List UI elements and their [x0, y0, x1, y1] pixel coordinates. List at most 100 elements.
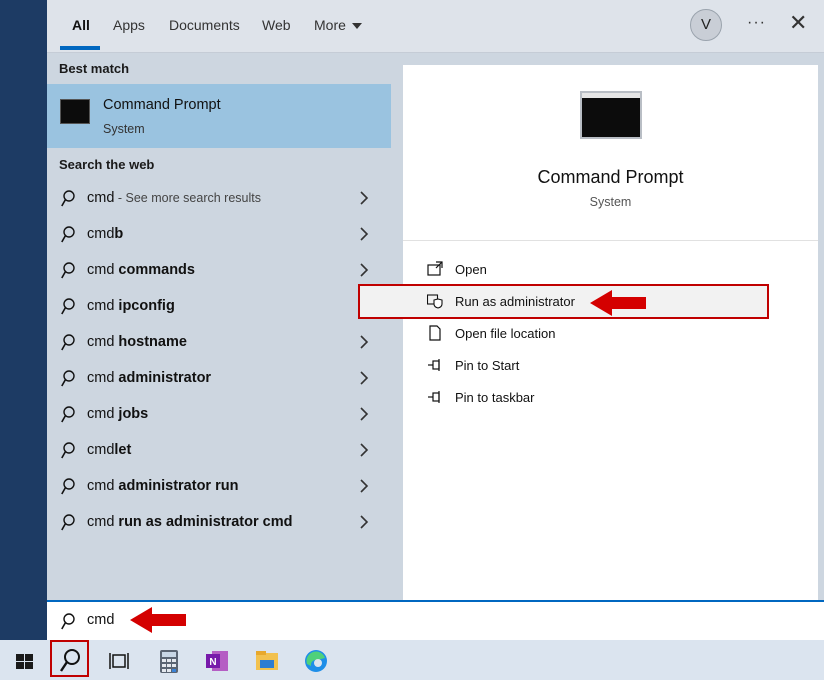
file-explorer-icon[interactable]	[248, 644, 286, 678]
chevron-right-icon	[360, 335, 369, 349]
action-label: Pin to taskbar	[455, 390, 535, 405]
web-result-item[interactable]: cmd ipconfig	[47, 289, 391, 325]
web-result-hint: - See more search results	[114, 191, 261, 205]
best-match-item[interactable]: Command Prompt System	[47, 84, 391, 148]
web-result-item[interactable]: cmd run as administrator cmd	[47, 505, 391, 541]
web-result-query: cmd	[87, 334, 119, 350]
file-location-icon	[429, 325, 441, 341]
action-pin-to-start[interactable]: Pin to Start	[427, 353, 807, 379]
chevron-right-icon	[360, 479, 369, 493]
command-prompt-icon	[60, 99, 90, 124]
search-icon	[61, 334, 75, 351]
web-result-query: cmd	[87, 514, 119, 530]
web-result-query: cmd	[87, 406, 119, 422]
open-icon	[427, 261, 443, 276]
command-prompt-large-icon	[580, 91, 642, 139]
web-result-label: cmd - See more search results	[87, 190, 261, 206]
action-pin-to-taskbar[interactable]: Pin to taskbar	[427, 385, 807, 411]
web-result-item[interactable]: cmd hostname	[47, 325, 391, 361]
web-result-item[interactable]: cmd administrator	[47, 361, 391, 397]
pin-icon	[428, 391, 440, 403]
search-icon	[61, 613, 75, 630]
desktop-strip	[0, 0, 47, 640]
web-result-completion: administrator	[118, 370, 212, 386]
tab-active-indicator	[60, 46, 100, 50]
chevron-right-icon	[360, 443, 369, 457]
web-result-label: cmd administrator run	[87, 478, 238, 494]
web-result-item[interactable]: cmd administrator run	[47, 469, 391, 505]
search-icon	[61, 298, 75, 315]
web-result-label: cmd commands	[87, 262, 195, 278]
action-open[interactable]: Open	[427, 257, 807, 283]
search-icon[interactable]	[51, 644, 89, 678]
svg-text:N: N	[209, 657, 216, 668]
preview-title: Command Prompt	[537, 167, 684, 187]
onenote-icon[interactable]: N	[198, 644, 236, 678]
best-match-subtitle: System	[103, 122, 145, 136]
chevron-right-icon	[360, 227, 369, 241]
tab-bar: All Apps Documents Web More V ··· ✕	[47, 0, 824, 53]
action-label: Open file location	[455, 326, 556, 341]
caret-down-icon	[351, 23, 362, 30]
more-options-icon[interactable]: ···	[747, 14, 766, 32]
search-icon	[61, 442, 75, 459]
search-web-heading: Search the web	[59, 157, 155, 172]
web-result-item[interactable]: cmd commands	[47, 253, 391, 289]
best-match-title: Command Prompt	[103, 97, 221, 113]
web-result-query: cmd	[87, 226, 115, 242]
close-icon[interactable]: ✕	[789, 12, 807, 34]
divider	[403, 240, 818, 241]
search-icon	[61, 514, 75, 531]
tab-apps[interactable]: Apps	[113, 17, 145, 33]
tab-more[interactable]: More	[314, 17, 362, 33]
avatar[interactable]: V	[690, 9, 722, 41]
chevron-right-icon	[360, 191, 369, 205]
web-result-item[interactable]: cmd - See more search results	[47, 181, 391, 217]
web-result-query: cmd	[87, 298, 119, 314]
tab-web[interactable]: Web	[262, 17, 291, 33]
chevron-right-icon	[360, 263, 369, 277]
preview-subtitle: System	[589, 195, 632, 209]
action-open-file-location[interactable]: Open file location	[427, 321, 807, 347]
web-result-label: cmd run as administrator cmd	[87, 514, 292, 530]
action-label: Open	[455, 262, 487, 277]
tab-more-label: More	[314, 17, 346, 33]
web-result-item[interactable]: cmd jobs	[47, 397, 391, 433]
action-label: Run as administrator	[455, 294, 575, 309]
web-result-completion: administrator run	[118, 478, 239, 494]
web-result-label: cmd administrator	[87, 370, 211, 386]
web-result-label: cmd jobs	[87, 406, 148, 422]
chevron-right-icon	[360, 371, 369, 385]
chevron-right-icon	[360, 407, 369, 421]
web-result-item[interactable]: cmdlet	[47, 433, 391, 469]
search-input[interactable]: cmd	[87, 612, 114, 628]
pin-icon	[428, 359, 440, 371]
web-result-label: cmd hostname	[87, 334, 187, 350]
web-result-query: cmd	[87, 190, 115, 206]
web-result-completion: run as administrator cmd	[118, 514, 293, 530]
web-result-query: cmd	[87, 262, 119, 278]
web-result-label: cmdlet	[87, 442, 131, 458]
web-result-completion: commands	[118, 262, 195, 278]
web-result-completion: b	[114, 226, 124, 242]
chevron-right-icon	[360, 515, 369, 529]
action-label: Pin to Start	[455, 358, 520, 373]
task-view-icon[interactable]	[100, 644, 138, 678]
search-icon	[61, 478, 75, 495]
web-result-completion: let	[114, 442, 132, 458]
windows-start-icon[interactable]	[6, 644, 44, 678]
tab-documents[interactable]: Documents	[169, 17, 240, 33]
web-result-item[interactable]: cmdb	[47, 217, 391, 253]
web-result-completion: jobs	[118, 406, 149, 422]
web-result-completion: hostname	[118, 334, 187, 350]
shield-icon	[427, 294, 443, 309]
annotation-arrow-icon	[130, 607, 186, 633]
web-result-label: cmd ipconfig	[87, 298, 175, 314]
edge-icon[interactable]	[297, 644, 335, 678]
taskbar: N	[0, 640, 824, 680]
search-icon	[61, 370, 75, 387]
search-icon	[61, 190, 75, 207]
calculator-icon[interactable]	[150, 644, 188, 678]
tab-all[interactable]: All	[72, 17, 90, 33]
search-icon	[61, 406, 75, 423]
